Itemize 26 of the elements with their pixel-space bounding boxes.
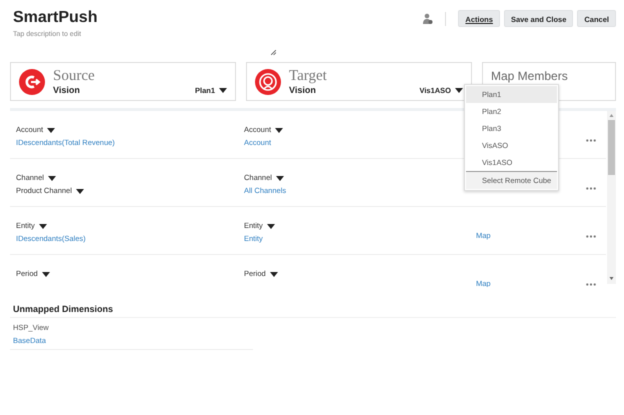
resize-handle-icon[interactable] — [271, 50, 276, 55]
section-title: Unmapped Dimensions — [10, 304, 616, 318]
more-icon[interactable] — [586, 139, 596, 142]
card-heading: Target — [289, 68, 328, 85]
target-icon — [255, 68, 281, 94]
caret-icon — [38, 224, 47, 229]
caret-icon — [455, 88, 463, 94]
app-name: Vision — [53, 85, 80, 95]
card-heading: Source — [53, 68, 96, 85]
caret-icon — [275, 128, 284, 133]
more-icon[interactable] — [586, 187, 596, 190]
caret-icon — [42, 272, 50, 277]
app-name: Vision — [289, 85, 316, 95]
caret-icon — [48, 176, 56, 181]
more-icon[interactable] — [586, 235, 596, 238]
caret-icon — [76, 188, 84, 194]
page-title: SmartPush — [13, 9, 98, 27]
card-heading: Map Members — [491, 69, 569, 83]
caret-icon — [219, 88, 227, 94]
caret-icon — [47, 128, 56, 133]
source-exit-icon — [19, 68, 45, 94]
more-icon[interactable] — [586, 283, 596, 286]
user-settings-icon[interactable] — [423, 12, 434, 24]
caret-icon — [266, 224, 275, 229]
caret-icon — [276, 176, 284, 181]
caret-icon — [270, 272, 278, 277]
